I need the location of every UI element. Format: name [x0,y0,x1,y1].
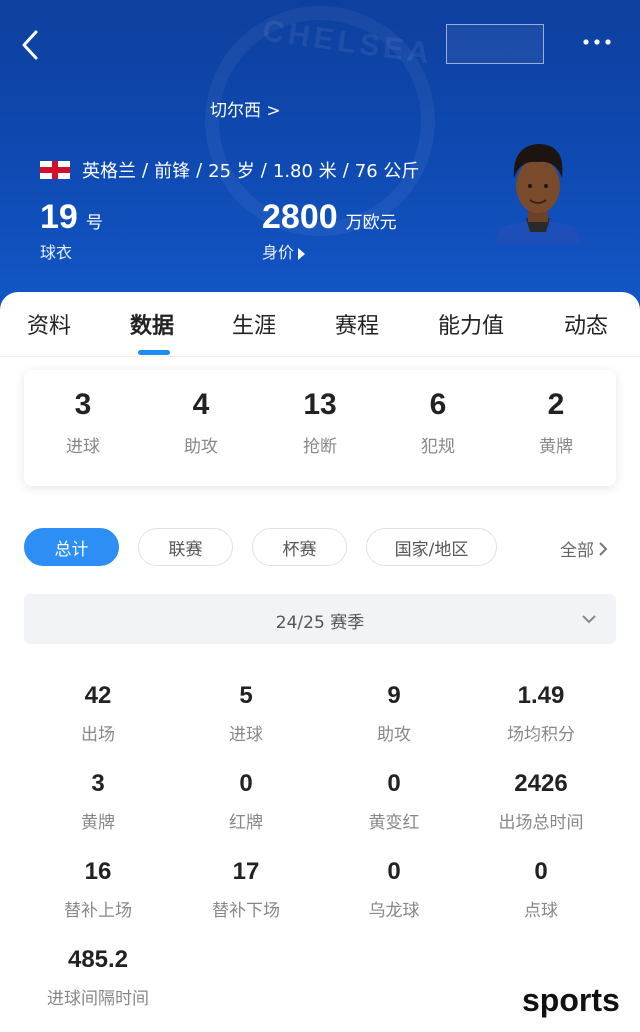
tab-news[interactable]: 动态 [564,308,608,340]
stat-label: 红牌 [229,813,263,833]
tab-schedule[interactable]: 赛程 [335,308,379,340]
all-filters-link[interactable]: 全部 [560,536,610,561]
filter-total[interactable]: 总计 [24,528,119,566]
stat-value: 0 [387,858,401,885]
summary-item: 6 犯规 [383,388,493,457]
summary-label: 抢断 [303,437,337,457]
stat-label: 进球间隔时间 [47,989,149,1009]
filter-cup[interactable]: 杯赛 [252,528,347,566]
summary-label: 黄牌 [539,437,573,457]
stat-item: 16 替补上场 [24,858,172,921]
player-header: CHELSEA 切尔西 > 英格兰 / 前锋 / 25 岁 / 1.80 米 /… [0,0,640,320]
stat-value: 0 [534,858,548,885]
season-selector[interactable]: 24/25 赛季 [24,594,616,644]
market-value-label: 身价 [262,243,295,262]
summary-label: 进球 [66,437,100,457]
stat-label: 替补上场 [64,901,132,921]
content-panel: 资料 数据 生涯 赛程 能力值 动态 3 进球 4 助攻 13 抢断 6 犯规 … [0,292,640,1032]
active-tab-indicator [138,350,170,355]
stat-label: 黄变红 [368,813,420,833]
stat-label: 乌龙球 [368,901,420,921]
tab-career[interactable]: 生涯 [232,308,276,340]
stat-item: 9 助攻 [320,682,468,745]
summary-item: 2 黄牌 [501,388,611,457]
summary-label: 助攻 [184,437,218,457]
tab-data[interactable]: 数据 [130,308,174,340]
weight: 76 公斤 [354,161,420,182]
summary-label: 犯规 [421,437,455,457]
stat-value: 485.2 [67,946,129,973]
chevron-down-icon [582,615,596,624]
stat-value: 5 [239,682,253,709]
shirt-unit: 号 [85,213,103,233]
summary-item: 13 抢断 [265,388,375,457]
stat-label: 进球 [229,725,263,745]
shirt-number-block: 19 号 球衣 [40,198,103,263]
stat-label: 替补下场 [212,901,280,921]
stat-item: 0 乌龙球 [320,858,468,921]
all-label: 全部 [560,541,594,561]
stat-label: 助攻 [377,725,411,745]
summary-value: 13 [303,388,337,421]
england-flag-icon [40,161,70,179]
stat-value: 3 [91,770,105,797]
stat-label: 出场总时间 [498,813,584,833]
sports-watermark: sports [522,982,620,1018]
stat-item: 0 红牌 [172,770,320,833]
stat-value: 42 [84,682,112,709]
player-info-row: 英格兰 / 前锋 / 25 岁 / 1.80 米 / 76 公斤 [40,157,419,183]
stat-item: 1.49 场均积分 [467,682,615,745]
stat-item: 5 进球 [172,682,320,745]
filter-national[interactable]: 国家/地区 [366,528,497,566]
season-label: 24/25 赛季 [275,613,365,633]
club-link[interactable]: 切尔西 > [210,96,281,121]
play-arrow-icon [298,247,306,260]
stat-label: 出场 [81,725,115,745]
stat-item: 0 点球 [467,858,615,921]
shirt-label: 球衣 [40,243,73,262]
filter-league[interactable]: 联赛 [138,528,233,566]
player-photo [490,132,586,244]
market-value: 2800 [262,198,338,236]
back-arrow-icon[interactable] [18,28,48,62]
height: 1.80 米 [272,161,337,182]
summary-item: 3 进球 [28,388,138,457]
market-value-unit: 万欧元 [345,213,397,233]
summary-value: 2 [547,388,565,421]
stat-label: 点球 [524,901,558,921]
summary-value: 3 [74,388,92,421]
summary-value: 6 [429,388,447,421]
summary-value: 4 [192,388,210,421]
header-action-box[interactable] [446,24,544,64]
stat-item: 2426 出场总时间 [467,770,615,833]
stat-item: 17 替补下场 [172,858,320,921]
nationality: 英格兰 [82,161,136,182]
tab-bar: 资料 数据 生涯 赛程 能力值 动态 [0,292,640,357]
market-value-block[interactable]: 2800 万欧元 身价 [262,198,397,263]
summary-item: 4 助攻 [146,388,256,457]
more-dots-icon[interactable] [580,32,620,52]
stat-value: 0 [387,770,401,797]
summary-card: 3 进球 4 助攻 13 抢断 6 犯规 2 黄牌 [24,370,616,486]
stat-value: 9 [387,682,401,709]
tab-profile[interactable]: 资料 [27,308,71,340]
filter-bar: 总计 联赛 杯赛 国家/地区 全部 [0,528,640,568]
stat-value: 0 [239,770,253,797]
stat-item: 485.2 进球间隔时间 [24,946,172,1009]
position: 前锋 [154,161,191,182]
stat-item: 0 黄变红 [320,770,468,833]
age: 25 岁 [208,161,255,182]
stat-label: 场均积分 [507,725,575,745]
tab-ability[interactable]: 能力值 [438,308,504,340]
stat-value: 1.49 [517,682,565,709]
stat-item: 3 黄牌 [24,770,172,833]
stat-value: 2426 [514,770,568,797]
stat-label: 黄牌 [81,813,115,833]
stat-item: 42 出场 [24,682,172,745]
stat-value: 16 [84,858,112,885]
chevron-right-icon [599,541,608,556]
shirt-number: 19 [40,198,78,236]
stat-value: 17 [232,858,260,885]
